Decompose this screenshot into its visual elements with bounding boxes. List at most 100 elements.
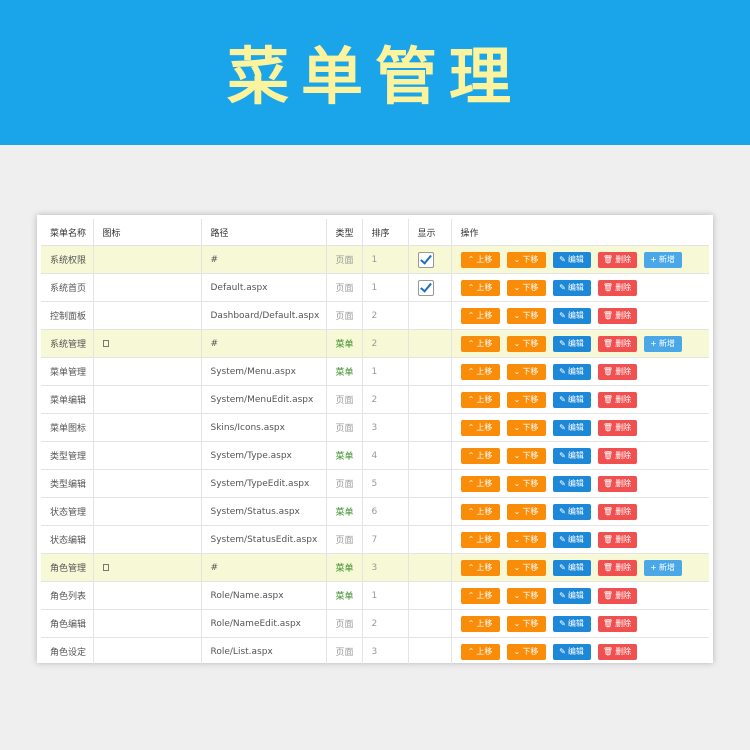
move-up-button[interactable]: ⌃ 上移 — [460, 615, 500, 632]
row-name: 角色管理 — [41, 553, 94, 582]
row-icon — [93, 245, 202, 274]
row-type: 菜单 — [326, 581, 363, 610]
chevron-down-icon: ⌄ — [513, 394, 521, 404]
edit-button[interactable]: ✎ 编辑 — [552, 503, 591, 520]
add-button[interactable]: + 新增 — [643, 335, 682, 352]
move-down-button[interactable]: ⌄ 下移 — [506, 615, 546, 632]
edit-button[interactable]: ✎ 编辑 — [552, 335, 591, 352]
delete-button[interactable]: 🗑 删除 — [597, 447, 637, 464]
move-down-button[interactable]: ⌄ 下移 — [506, 419, 546, 436]
move-up-button[interactable]: ⌃ 上移 — [460, 419, 500, 436]
move-up-button[interactable]: ⌃ 上移 — [460, 251, 500, 268]
edit-button[interactable]: ✎ 编辑 — [552, 643, 591, 660]
move-up-button[interactable]: ⌃ 上移 — [460, 475, 500, 492]
delete-button[interactable]: 🗑 删除 — [597, 307, 637, 324]
move-up-button[interactable]: ⌃ 上移 — [460, 363, 500, 380]
delete-button[interactable]: 🗑 删除 — [597, 419, 637, 436]
edit-button[interactable]: ✎ 编辑 — [552, 475, 591, 492]
display-checkbox[interactable] — [417, 251, 434, 268]
move-up-button[interactable]: ⌃ 上移 — [460, 559, 500, 576]
row-sort: 7 — [362, 525, 409, 554]
move-down-button[interactable]: ⌄ 下移 — [506, 587, 546, 604]
edit-button[interactable]: ✎ 编辑 — [552, 391, 591, 408]
delete-button[interactable]: 🗑 删除 — [597, 643, 637, 660]
row-sort: 3 — [362, 553, 409, 582]
edit-button-label: 编辑 — [567, 618, 584, 628]
move-up-button-label: 上移 — [476, 338, 493, 348]
edit-button[interactable]: ✎ 编辑 — [552, 419, 591, 436]
edit-button-label: 编辑 — [567, 422, 584, 432]
chevron-down-icon: ⌄ — [513, 646, 521, 656]
delete-button[interactable]: 🗑 删除 — [597, 475, 637, 492]
delete-button[interactable]: 🗑 删除 — [597, 615, 637, 632]
move-up-button[interactable]: ⌃ 上移 — [460, 335, 500, 352]
column-header-name: 菜单名称 — [41, 219, 94, 246]
edit-button[interactable]: ✎ 编辑 — [552, 615, 591, 632]
edit-button[interactable]: ✎ 编辑 — [552, 559, 591, 576]
delete-button[interactable]: 🗑 删除 — [597, 503, 637, 520]
move-down-button[interactable]: ⌄ 下移 — [506, 531, 546, 548]
trash-icon: 🗑 — [602, 282, 614, 292]
header-banner: 菜单管理 — [0, 0, 750, 145]
move-down-button[interactable]: ⌄ 下移 — [506, 251, 546, 268]
move-up-button[interactable]: ⌃ 上移 — [460, 531, 500, 548]
delete-button[interactable]: 🗑 删除 — [597, 559, 637, 576]
row-type: 页面 — [326, 413, 363, 442]
delete-button-label: 删除 — [615, 534, 632, 544]
row-actions: ⌃ 上移 ⌄ 下移 ✎ 编辑 🗑 删除 — [451, 301, 709, 330]
delete-button-label: 删除 — [615, 618, 632, 628]
delete-button[interactable]: 🗑 删除 — [597, 279, 637, 296]
delete-button[interactable]: 🗑 删除 — [597, 335, 637, 352]
move-up-button[interactable]: ⌃ 上移 — [460, 307, 500, 324]
table-row: 菜单管理 System/Menu.aspx 菜单 1 ⌃ 上移 ⌄ 下移 ✎ 编辑 🗑 删除 — [41, 357, 709, 386]
plus-icon: + — [650, 254, 657, 264]
edit-button[interactable]: ✎ 编辑 — [552, 587, 591, 604]
move-down-button[interactable]: ⌄ 下移 — [506, 391, 546, 408]
table-row: 状态编辑 System/StatusEdit.aspx 页面 7 ⌃ 上移 ⌄ 下移 ✎ 编辑 🗑 删… — [41, 525, 709, 554]
move-down-button-label: 下移 — [522, 450, 539, 460]
edit-button-label: 编辑 — [567, 338, 584, 348]
row-type: 页面 — [326, 385, 363, 414]
column-header-path: 路径 — [201, 219, 327, 246]
delete-button[interactable]: 🗑 删除 — [597, 587, 637, 604]
trash-icon: 🗑 — [602, 450, 614, 460]
move-up-button[interactable]: ⌃ 上移 — [460, 447, 500, 464]
move-down-button[interactable]: ⌄ 下移 — [506, 279, 546, 296]
delete-button[interactable]: 🗑 删除 — [597, 251, 637, 268]
edit-button[interactable]: ✎ 编辑 — [552, 251, 591, 268]
delete-button[interactable]: 🗑 删除 — [597, 391, 637, 408]
move-down-button[interactable]: ⌄ 下移 — [506, 475, 546, 492]
delete-button[interactable]: 🗑 删除 — [597, 531, 637, 548]
edit-button[interactable]: ✎ 编辑 — [552, 531, 591, 548]
delete-button[interactable]: 🗑 删除 — [597, 363, 637, 380]
move-down-button[interactable]: ⌄ 下移 — [506, 307, 546, 324]
row-type: 页面 — [326, 609, 363, 638]
row-sort: 1 — [362, 245, 409, 274]
move-up-button[interactable]: ⌃ 上移 — [460, 587, 500, 604]
move-down-button[interactable]: ⌄ 下移 — [506, 559, 546, 576]
move-down-button[interactable]: ⌄ 下移 — [506, 447, 546, 464]
move-up-button[interactable]: ⌃ 上移 — [460, 503, 500, 520]
edit-button[interactable]: ✎ 编辑 — [552, 279, 591, 296]
row-actions: ⌃ 上移 ⌄ 下移 ✎ 编辑 🗑 删除 — [451, 469, 709, 498]
row-actions: ⌃ 上移 ⌄ 下移 ✎ 编辑 🗑 删除 + 新增 — [451, 245, 709, 274]
move-down-button[interactable]: ⌄ 下移 — [506, 643, 546, 660]
move-up-button[interactable]: ⌃ 上移 — [460, 391, 500, 408]
add-button[interactable]: + 新增 — [643, 559, 682, 576]
edit-button[interactable]: ✎ 编辑 — [552, 363, 591, 380]
chevron-up-icon: ⌃ — [467, 394, 475, 404]
move-up-button[interactable]: ⌃ 上移 — [460, 643, 500, 660]
edit-button[interactable]: ✎ 编辑 — [552, 307, 591, 324]
edit-button[interactable]: ✎ 编辑 — [552, 447, 591, 464]
row-path: System/MenuEdit.aspx — [201, 385, 327, 414]
chevron-up-icon: ⌃ — [467, 366, 475, 376]
move-down-button[interactable]: ⌄ 下移 — [506, 503, 546, 520]
move-down-button[interactable]: ⌄ 下移 — [506, 335, 546, 352]
move-down-button[interactable]: ⌄ 下移 — [506, 363, 546, 380]
table-row: 角色列表 Role/Name.aspx 菜单 1 ⌃ 上移 ⌄ 下移 ✎ 编辑 🗑 删除 — [41, 581, 709, 610]
add-button[interactable]: + 新增 — [643, 251, 682, 268]
menu-table: 菜单名称 图标 路径 类型 排序 显示 操作 系统权限 # 页面 1 ⌃ 上移 ⌄ 下移 ✎ 编辑… — [41, 219, 709, 666]
move-up-button[interactable]: ⌃ 上移 — [460, 279, 500, 296]
move-up-button-label: 上移 — [476, 590, 493, 600]
display-checkbox[interactable] — [417, 279, 434, 296]
